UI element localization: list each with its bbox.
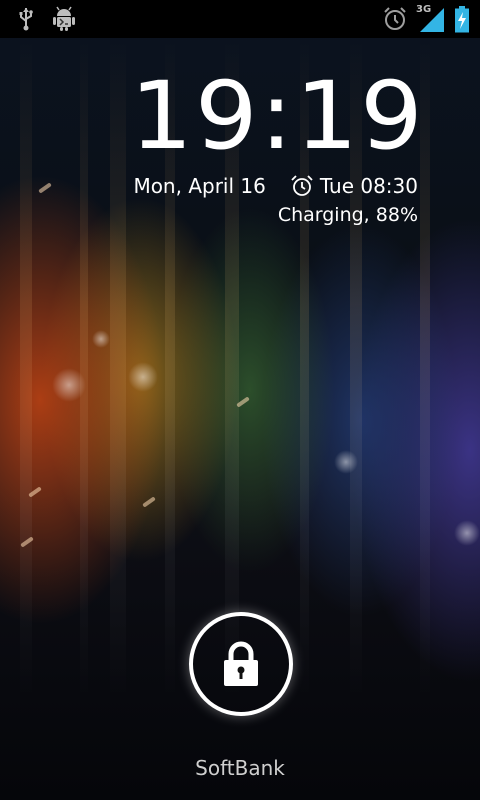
date-label: Mon, April 16 (133, 174, 266, 198)
system-icons: 3G (382, 4, 480, 33)
next-alarm: Tue 08:30 (290, 174, 418, 198)
signal-indicator: 3G (416, 4, 446, 32)
status-bar[interactable]: 3G (0, 0, 480, 38)
network-type-label: 3G (416, 4, 432, 15)
next-alarm-label: Tue 08:30 (319, 174, 418, 198)
alarm-clock-icon (291, 175, 313, 196)
charging-status: Charging, 88% (277, 204, 418, 226)
alarm-icon (384, 7, 406, 30)
lockscreen-clock: 19:19 (130, 70, 423, 164)
wallpaper-bokeh (128, 362, 158, 392)
date-alarm-row: Mon, April 16 Tue 08:30 (133, 174, 418, 198)
unlock-handle[interactable] (189, 612, 293, 716)
wallpaper-bokeh (92, 330, 110, 348)
notification-icons (0, 6, 76, 32)
wallpaper-bokeh (454, 520, 480, 546)
lock-icon (224, 641, 258, 686)
usb-icon (19, 8, 33, 31)
wallpaper-streak (20, 40, 32, 700)
wallpaper-fleck (142, 496, 156, 508)
carrier-label: SoftBank (195, 756, 285, 780)
wallpaper-bokeh (52, 368, 86, 402)
wallpaper-streak (80, 40, 88, 700)
clock-time: 19:19 (130, 62, 426, 171)
wallpaper-streak (110, 40, 126, 700)
android-debug-icon (53, 6, 75, 31)
battery-charging-icon (455, 6, 469, 33)
wallpaper-bokeh (334, 450, 358, 474)
wallpaper-fleck (38, 182, 52, 194)
